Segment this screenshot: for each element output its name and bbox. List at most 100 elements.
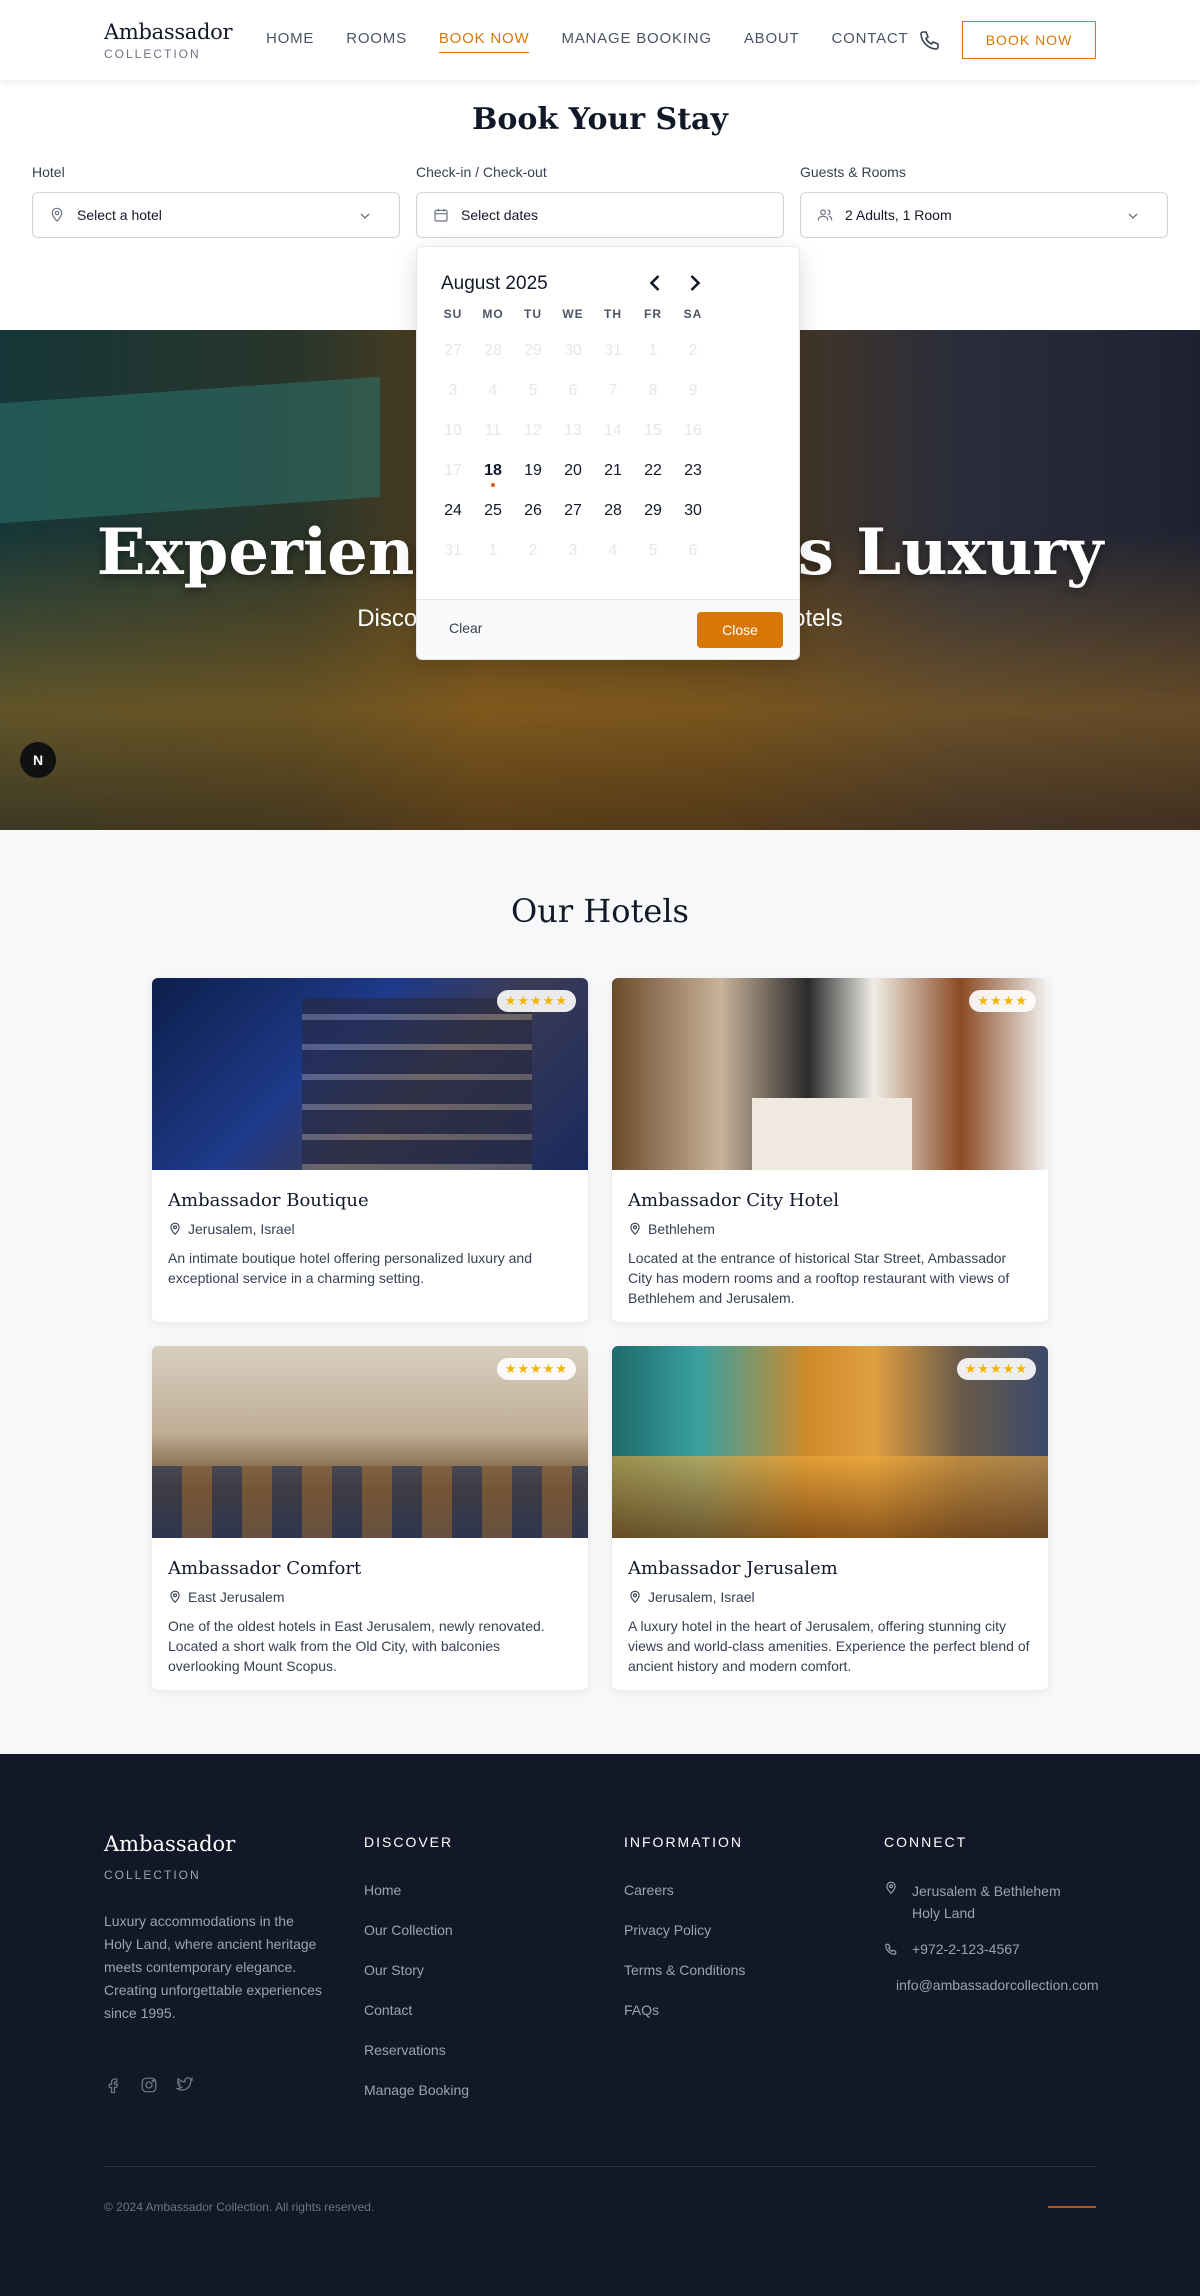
footer-link-reservations[interactable]: Reservations	[364, 2042, 446, 2058]
booking-title: Book Your Stay	[472, 102, 728, 137]
calendar-day: 6	[568, 382, 578, 399]
footer-logo-sub: COLLECTION	[104, 1868, 201, 1882]
calendar-day[interactable]: 30	[673, 491, 713, 531]
nav-contact[interactable]: CONTACT	[832, 30, 909, 53]
calendar-day: 2	[688, 342, 698, 359]
calendar-day: 16	[684, 422, 702, 439]
discover-title: DISCOVER	[364, 1834, 454, 1850]
main-nav: HOME ROOMS BOOK NOW MANAGE BOOKING ABOUT…	[266, 30, 909, 53]
calendar-day[interactable]: 26	[513, 491, 553, 531]
calendar-day: 5	[528, 382, 538, 399]
hotel-card[interactable]: ★★★★★ Ambassador Boutique Jerusalem, Isr…	[152, 978, 588, 1322]
hotel-description: One of the oldest hotels in East Jerusal…	[168, 1618, 545, 1674]
calendar-day[interactable]: 17	[433, 451, 473, 491]
calendar-day[interactable]: 28	[593, 491, 633, 531]
phone-icon	[885, 1943, 897, 1955]
calendar-clear-button[interactable]: Clear	[449, 620, 482, 636]
hotel-select-value: Select a hotel	[77, 207, 162, 223]
header-book-button[interactable]: BOOK NOW	[962, 21, 1096, 59]
phone-icon[interactable]	[918, 28, 942, 52]
footer-link-collection[interactable]: Our Collection	[364, 1922, 453, 1938]
hotel-location-text: Jerusalem, Israel	[648, 1589, 755, 1605]
users-icon	[817, 209, 833, 221]
n-badge[interactable]: N	[20, 742, 56, 778]
footer-phone[interactable]: +972-2-123-4567	[912, 1941, 1020, 1957]
calendar-day[interactable]: 19	[513, 451, 553, 491]
calendar-footer: Clear Close	[417, 599, 799, 659]
calendar-day: 29	[524, 342, 542, 359]
logo[interactable]: Ambassador COLLECTION	[104, 20, 233, 61]
facebook-icon[interactable]	[104, 2076, 122, 2094]
hotels-section: Our Hotels ★★★★★ Ambassador Boutique Jer…	[0, 830, 1200, 1754]
hotel-location-text: East Jerusalem	[188, 1589, 285, 1605]
calendar-day[interactable]: 25	[473, 491, 513, 531]
logo-sub: COLLECTION	[104, 47, 201, 61]
nav-rooms[interactable]: ROOMS	[346, 30, 407, 53]
hotels-title: Our Hotels	[511, 892, 689, 930]
guests-label: Guests & Rooms	[800, 164, 906, 180]
chevron-left-icon[interactable]	[641, 269, 669, 297]
footer-email[interactable]: info@ambassadorcollection.com	[896, 1977, 1099, 1993]
instagram-icon[interactable]	[140, 2076, 158, 2094]
calendar-day[interactable]: 18	[473, 451, 513, 491]
calendar-day: 3	[448, 382, 458, 399]
calendar-day[interactable]: 21	[593, 451, 633, 491]
calendar-icon	[434, 209, 448, 222]
calendar-day[interactable]: 29	[633, 491, 673, 531]
connect-title: CONNECT	[884, 1834, 968, 1850]
footer-link-contact[interactable]: Contact	[364, 2002, 412, 2018]
footer-link-faqs[interactable]: FAQs	[624, 2002, 659, 2018]
star-rating: ★★★★★	[496, 1358, 576, 1380]
nav-book-now[interactable]: BOOK NOW	[438, 30, 530, 53]
hotel-card[interactable]: ★★★★★ Ambassador Comfort East Jerusalem …	[152, 1346, 588, 1690]
footer-link-terms[interactable]: Terms & Conditions	[624, 1962, 745, 1978]
weekday-label: FR	[644, 307, 662, 321]
star-rating: ★★★★★	[496, 990, 576, 1012]
copyright: © 2024 Ambassador Collection. All rights…	[104, 2200, 375, 2214]
nav-about[interactable]: ABOUT	[744, 30, 800, 53]
calendar-day: 2	[528, 542, 538, 559]
calendar-day[interactable]: 20	[553, 451, 593, 491]
site-footer: Ambassador COLLECTION Luxury accommodati…	[0, 1754, 1200, 2296]
weekday-label: TH	[604, 307, 622, 321]
nav-manage-booking[interactable]: MANAGE BOOKING	[561, 30, 711, 53]
calendar-day[interactable]: 23	[673, 451, 713, 491]
footer-link-careers[interactable]: Careers	[624, 1882, 674, 1898]
chevron-right-icon[interactable]	[681, 269, 709, 297]
footer-logo[interactable]: Ambassador	[104, 1832, 235, 1856]
footer-divider	[104, 2166, 1096, 2167]
footer-link-home[interactable]: Home	[364, 1882, 401, 1898]
calendar-day[interactable]: 22	[633, 451, 673, 491]
footer-link-story[interactable]: Our Story	[364, 1962, 424, 1978]
hotel-select[interactable]: Select a hotel	[32, 192, 400, 238]
map-pin-icon	[630, 1590, 640, 1604]
hotel-card[interactable]: ★★★★★ Ambassador Jerusalem Jerusalem, Is…	[612, 1346, 1048, 1690]
calendar-day: 13	[564, 422, 582, 439]
guests-select[interactable]: 2 Adults, 1 Room	[800, 192, 1168, 238]
hotel-location: East Jerusalem	[168, 1589, 284, 1605]
calendar-day[interactable]: 27	[553, 491, 593, 531]
calendar-day[interactable]: 24	[433, 491, 473, 531]
nav-home[interactable]: HOME	[266, 30, 314, 53]
date-picker: August 2025 SU MO TU WE TH FR SA 27 28 29 30 31 1 2 3 4…	[416, 246, 800, 660]
map-pin-icon	[51, 207, 63, 222]
calendar-day: 4	[488, 382, 498, 399]
map-pin-icon	[630, 1222, 640, 1236]
footer-link-privacy[interactable]: Privacy Policy	[624, 1922, 711, 1938]
twitter-icon[interactable]	[176, 2076, 194, 2094]
calendar-close-button[interactable]: Close	[697, 612, 783, 648]
hotel-name: Ambassador Boutique	[168, 1190, 369, 1211]
dates-label: Check-in / Check-out	[416, 164, 547, 180]
dates-input[interactable]: Select dates	[416, 192, 784, 238]
calendar-day: 31	[444, 542, 462, 559]
footer-address: Jerusalem & Bethlehem Holy Land	[912, 1883, 1061, 1921]
star-rating: ★★★★	[969, 990, 1036, 1012]
footer-link-manage-booking[interactable]: Manage Booking	[364, 2082, 469, 2098]
weekday-label: MO	[482, 307, 504, 321]
hotel-card[interactable]: ★★★★ Ambassador City Hotel Bethlehem Loc…	[612, 978, 1048, 1322]
calendar-day: 5	[648, 542, 658, 559]
calendar-day: 12	[524, 422, 542, 439]
hotel-label: Hotel	[32, 164, 65, 180]
hotel-name: Ambassador City Hotel	[628, 1190, 840, 1211]
calendar-day: 6	[688, 542, 698, 559]
